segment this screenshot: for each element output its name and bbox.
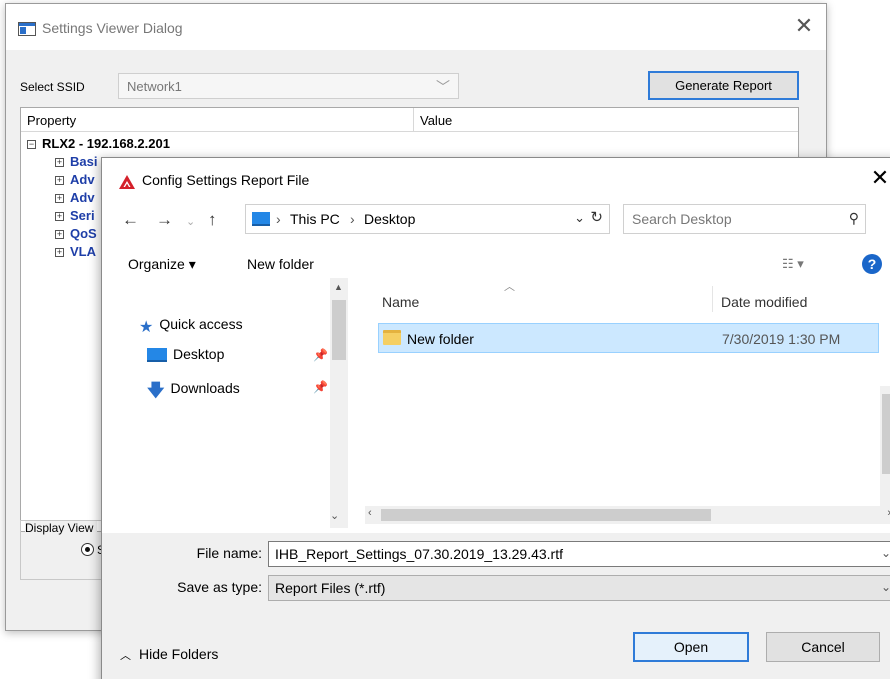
view-radio-button[interactable] [81,543,94,556]
save-as-type-label: Save as type: [177,579,262,595]
view-options-icon[interactable]: ☷ ▾ [782,256,804,272]
nav-item-quick-access[interactable]: ★ Quick access [139,316,243,337]
file-name-input[interactable]: IHB_Report_Settings_07.30.2019_13.29.43.… [268,541,890,567]
forward-arrow-icon[interactable]: → [156,210,173,230]
settings-dialog-title: Settings Viewer Dialog [42,20,183,36]
root-node-label: RLX2 - 192.168.2.201 [42,136,170,151]
close-icon[interactable]: ✕ [792,14,816,38]
settings-title-bar: Settings Viewer Dialog ✕ [6,4,826,50]
ssid-value: Network1 [127,79,182,94]
navigation-pane: ★ Quick access Desktop 📌 🡇 Downloads 📌 [111,278,353,528]
red-logo-icon [119,175,135,189]
file-list[interactable]: ︿ Name Date modified New folder 7/30/201… [364,278,890,528]
pin-icon[interactable]: 📌 [313,348,328,362]
scroll-left-icon[interactable]: ‹ [368,507,372,519]
tree-root-node[interactable]: − RLX2 - 192.168.2.201 [21,136,170,151]
close-icon[interactable]: ✕ [868,166,890,190]
display-view-label: Display View [25,521,98,535]
scroll-up-icon[interactable]: ▲ [334,282,343,292]
expand-icon[interactable]: + [55,194,64,203]
breadcrumb-separator-icon[interactable]: › [276,211,281,227]
file-date: 7/30/2019 1:30 PM [722,331,841,347]
save-dialog-title: Config Settings Report File [142,172,310,188]
scrollbar-thumb[interactable] [882,394,890,474]
collapse-icon[interactable]: − [27,140,36,149]
nav-item-desktop[interactable]: Desktop [147,346,224,362]
chevron-down-icon[interactable]: ⌄ [881,580,890,594]
nav-item-downloads[interactable]: 🡇 Downloads [147,378,240,407]
save-as-type-value: Report Files (*.rtf) [275,580,386,596]
file-name: New folder [407,331,474,347]
save-options-panel: File name: IHB_Report_Settings_07.30.201… [102,533,890,679]
sort-ascending-icon: ︿ [504,281,515,293]
chevron-down-icon: ﹀ [436,79,450,95]
name-column-header[interactable]: Name [382,294,419,310]
generate-report-button[interactable]: Generate Report [648,71,799,100]
select-ssid-label: Select SSID [20,80,85,94]
chevron-down-icon[interactable]: ⌄ [881,546,890,560]
save-file-dialog: Config Settings Report File ✕ ← → ⌄ ↑ › … [101,157,890,679]
nav-pane-scrollbar[interactable]: ▲ [330,278,348,528]
tree-node[interactable]: + Adv [55,172,95,187]
file-name-label: File name: [196,545,262,561]
tree-node[interactable]: + QoS [55,226,97,241]
new-folder-button[interactable]: New folder [247,256,314,272]
breadcrumb-separator-icon[interactable]: › [350,211,355,227]
breadcrumb-this-pc[interactable]: This PC [290,211,340,227]
column-separator[interactable] [712,286,713,312]
file-list-vertical-scrollbar[interactable] [880,386,890,506]
cancel-button[interactable]: Cancel [766,632,880,662]
property-column-header[interactable]: Property [27,113,76,128]
hide-folders-button[interactable]: ︿ Hide Folders [120,646,218,663]
star-icon: ★ [139,319,154,336]
download-arrow-icon: 🡇 [147,381,165,400]
tree-node[interactable]: + VLA [55,244,96,259]
scroll-down-icon[interactable]: ⌄ [330,509,339,522]
chevron-up-icon: ︿ [120,650,131,662]
expand-icon[interactable]: + [55,176,64,185]
save-as-type-select[interactable]: Report Files (*.rtf) ⌄ [268,575,890,601]
organize-menu[interactable]: Organize ▾ [128,256,196,273]
scrollbar-thumb[interactable] [381,509,711,521]
folder-icon [383,330,401,345]
app-window-icon [18,22,36,36]
search-input[interactable]: Search Desktop ⚲ [623,204,866,234]
up-arrow-icon[interactable]: ↑ [208,210,217,230]
desktop-icon [147,348,167,362]
expand-icon[interactable]: + [55,230,64,239]
help-icon[interactable]: ? [862,254,882,274]
breadcrumb-desktop[interactable]: Desktop [364,211,415,227]
ssid-select[interactable]: Network1 ﹀ [118,73,459,99]
value-column-header[interactable]: Value [420,113,452,128]
tree-node[interactable]: + Basi [55,154,97,169]
file-name-value: IHB_Report_Settings_07.30.2019_13.29.43.… [275,546,563,562]
this-pc-icon [252,212,270,226]
date-modified-column-header[interactable]: Date modified [721,294,807,310]
tree-header: Property Value [21,108,798,132]
tree-node[interactable]: + Seri [55,208,95,223]
expand-icon[interactable]: + [55,158,64,167]
tree-node[interactable]: + Adv [55,190,95,205]
back-arrow-icon[interactable]: ← [122,210,139,230]
search-icon: ⚲ [848,210,859,226]
open-button[interactable]: Open [633,632,749,662]
file-row[interactable]: New folder 7/30/2019 1:30 PM [378,323,879,353]
expand-icon[interactable]: + [55,248,64,257]
pin-icon[interactable]: 📌 [313,380,328,394]
refresh-icon[interactable]: ↻ [590,208,603,226]
address-bar[interactable]: › This PC › Desktop ⌄ ↻ [245,204,610,234]
column-separator[interactable] [413,108,414,132]
recent-locations-icon[interactable]: ⌄ [186,215,195,228]
file-list-horizontal-scrollbar[interactable]: ‹ › [365,506,890,524]
chevron-down-icon[interactable]: ⌄ [574,210,585,226]
search-placeholder: Search Desktop [632,211,732,227]
scrollbar-thumb[interactable] [332,300,346,360]
expand-icon[interactable]: + [55,212,64,221]
